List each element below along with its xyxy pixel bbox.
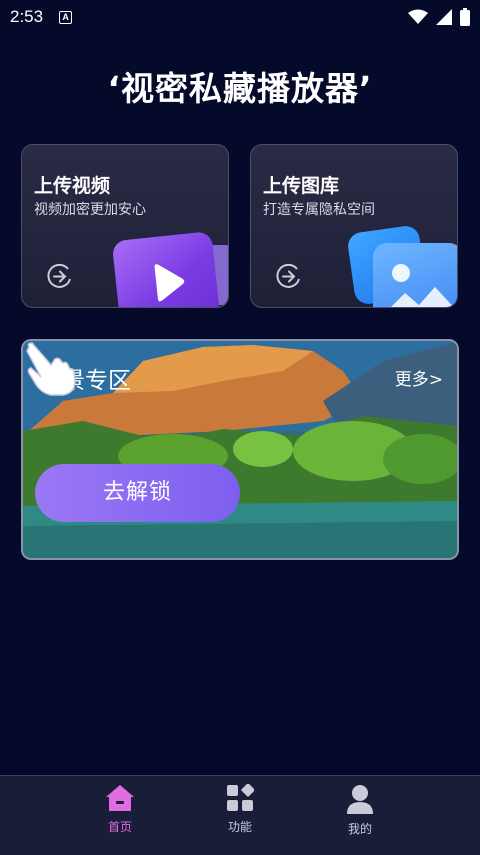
arrow-circle-icon[interactable]: [275, 263, 302, 290]
scenery-banner[interactable]: 风景专区 更多> 去解锁: [21, 339, 459, 560]
nav-label: 功能: [227, 820, 252, 834]
status-icons: [408, 8, 470, 26]
nav-home[interactable]: 首页: [90, 776, 150, 835]
grid-icon: [227, 784, 254, 811]
home-icon: [106, 785, 134, 811]
play-video-icon: [111, 231, 221, 307]
card-title: 上传图库: [263, 175, 340, 197]
nav-mine[interactable]: 我的: [330, 776, 390, 837]
card-subtitle: 打造专属隐私空间: [263, 202, 375, 218]
card-title: 上传视频: [34, 175, 111, 197]
battery-icon: [460, 8, 470, 26]
image-gallery-icon: [373, 243, 457, 307]
nav-label: 首页: [107, 820, 132, 834]
wifi-icon: [408, 9, 428, 24]
upload-video-card[interactable]: 上传视频 视频加密更加安心: [21, 144, 229, 308]
status-bar: 2:53 A: [0, 0, 480, 34]
signal-icon: [436, 9, 452, 25]
more-link[interactable]: 更多>: [395, 365, 443, 390]
upload-gallery-card[interactable]: 上传图库 打造专属隐私空间: [250, 144, 458, 308]
card-subtitle: 视频加密更加安心: [34, 202, 146, 218]
pointing-hand-icon: [26, 342, 76, 396]
person-icon: [347, 785, 373, 814]
status-time: 2:53: [10, 7, 44, 26]
notification-icon: A: [59, 10, 73, 24]
unlock-button[interactable]: 去解锁: [35, 464, 240, 522]
app-title: ‘视密私藏播放器’: [107, 69, 373, 108]
arrow-circle-icon[interactable]: [46, 263, 73, 290]
nav-features[interactable]: 功能: [210, 776, 270, 835]
bottom-nav: 首页 功能 我的: [0, 775, 480, 855]
nav-label: 我的: [347, 822, 372, 836]
